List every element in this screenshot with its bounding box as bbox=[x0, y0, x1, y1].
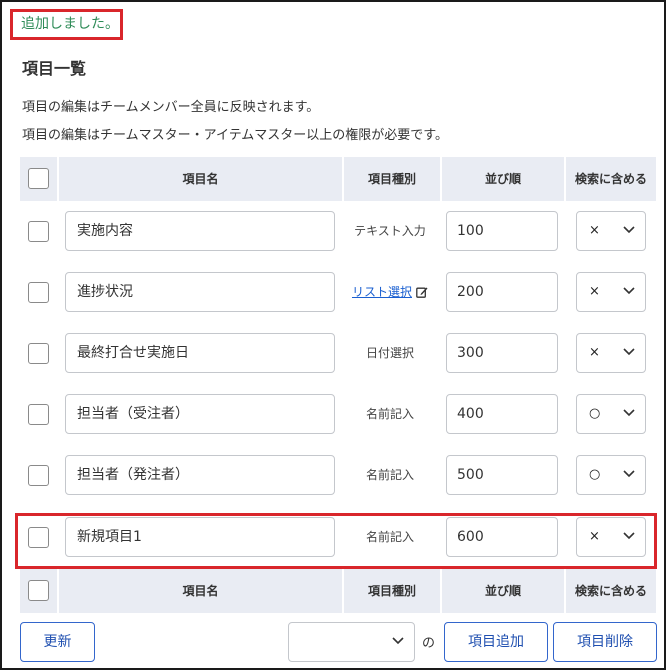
position-suffix-label: の bbox=[422, 636, 436, 651]
header-item-name: 項目名 bbox=[182, 584, 219, 598]
flash-message: 追加しました。 bbox=[10, 9, 123, 40]
table-row: 最終打合せ実施日 日付選択 300 × bbox=[20, 323, 656, 384]
item-name-input[interactable]: 担当者（発注者） bbox=[65, 455, 335, 495]
table-row: 実施内容 テキスト入力 100 × bbox=[20, 201, 656, 262]
order-input[interactable]: 200 bbox=[446, 272, 558, 312]
order-input[interactable]: 400 bbox=[446, 394, 558, 434]
header-order: 並び順 bbox=[484, 584, 521, 598]
update-button[interactable]: 更新 bbox=[20, 622, 95, 662]
chevron-down-icon bbox=[623, 287, 635, 295]
table-footer-header: 項目名 項目種別 並び順 検索に含める bbox=[20, 569, 656, 613]
header-order: 並び順 bbox=[484, 172, 521, 186]
edit-icon[interactable] bbox=[416, 286, 428, 298]
chevron-down-icon bbox=[623, 409, 635, 417]
item-name-input[interactable]: 進捗状況 bbox=[65, 272, 335, 312]
include-search-value: × bbox=[589, 284, 600, 299]
description-line-1: 項目の編集はチームメンバー全員に反映されます。 bbox=[22, 100, 320, 115]
chevron-down-icon bbox=[392, 637, 404, 645]
header-item-type: 項目種別 bbox=[367, 172, 416, 186]
add-item-button[interactable]: 項目追加 bbox=[444, 622, 548, 662]
item-type-cell: リスト選択 bbox=[342, 262, 438, 323]
select-all-checkbox[interactable] bbox=[28, 168, 49, 189]
include-search-select[interactable]: × bbox=[576, 211, 646, 251]
item-type-label: 名前記入 bbox=[365, 407, 414, 421]
header-item-name: 項目名 bbox=[182, 172, 219, 186]
chevron-down-icon bbox=[623, 348, 635, 356]
item-name-input[interactable]: 実施内容 bbox=[65, 211, 335, 251]
item-type-link[interactable]: リスト選択 bbox=[352, 285, 412, 299]
row-checkbox[interactable] bbox=[28, 221, 49, 242]
header-include-search: 検索に含める bbox=[574, 172, 647, 186]
table-row: 進捗状況 リスト選択 200 × bbox=[20, 262, 656, 323]
order-input[interactable]: 100 bbox=[446, 211, 558, 251]
description-line-2: 項目の編集はチームマスター・アイテムマスター以上の権限が必要です。 bbox=[22, 128, 449, 143]
item-name-input[interactable]: 最終打合せ実施日 bbox=[65, 333, 335, 373]
item-type-label: テキスト入力 bbox=[354, 224, 426, 238]
row-checkbox[interactable] bbox=[28, 282, 49, 303]
table-header: 項目名 項目種別 並び順 検索に含める bbox=[20, 157, 656, 201]
row-checkbox[interactable] bbox=[28, 404, 49, 425]
row-checkbox[interactable] bbox=[28, 465, 49, 486]
row-checkbox[interactable] bbox=[28, 343, 49, 364]
delete-item-button[interactable]: 項目削除 bbox=[553, 622, 657, 662]
header-include-search: 検索に含める bbox=[574, 584, 647, 598]
item-name-input[interactable]: 担当者（受注者） bbox=[65, 394, 335, 434]
include-search-select[interactable]: × bbox=[576, 272, 646, 312]
page-title: 項目一覧 bbox=[22, 59, 87, 78]
order-input[interactable]: 500 bbox=[446, 455, 558, 495]
table-row: 担当者（発注者） 名前記入 500 ○ bbox=[20, 445, 656, 506]
include-search-value: × bbox=[589, 345, 600, 360]
include-search-value: ○ bbox=[589, 467, 601, 482]
item-type-label: 名前記入 bbox=[365, 468, 414, 482]
include-search-value: ○ bbox=[589, 406, 601, 421]
include-search-select[interactable]: × bbox=[576, 333, 646, 373]
insert-position-select[interactable] bbox=[288, 622, 415, 662]
new-row-highlight bbox=[15, 513, 657, 569]
chevron-down-icon bbox=[623, 470, 635, 478]
order-input[interactable]: 300 bbox=[446, 333, 558, 373]
table-row: 担当者（受注者） 名前記入 400 ○ bbox=[20, 384, 656, 445]
header-item-type: 項目種別 bbox=[367, 584, 416, 598]
include-search-select[interactable]: ○ bbox=[576, 455, 646, 495]
item-type-label: 日付選択 bbox=[365, 346, 414, 360]
chevron-down-icon bbox=[623, 226, 635, 234]
include-search-value: × bbox=[589, 223, 600, 238]
select-all-checkbox-bottom[interactable] bbox=[28, 580, 49, 601]
include-search-select[interactable]: ○ bbox=[576, 394, 646, 434]
